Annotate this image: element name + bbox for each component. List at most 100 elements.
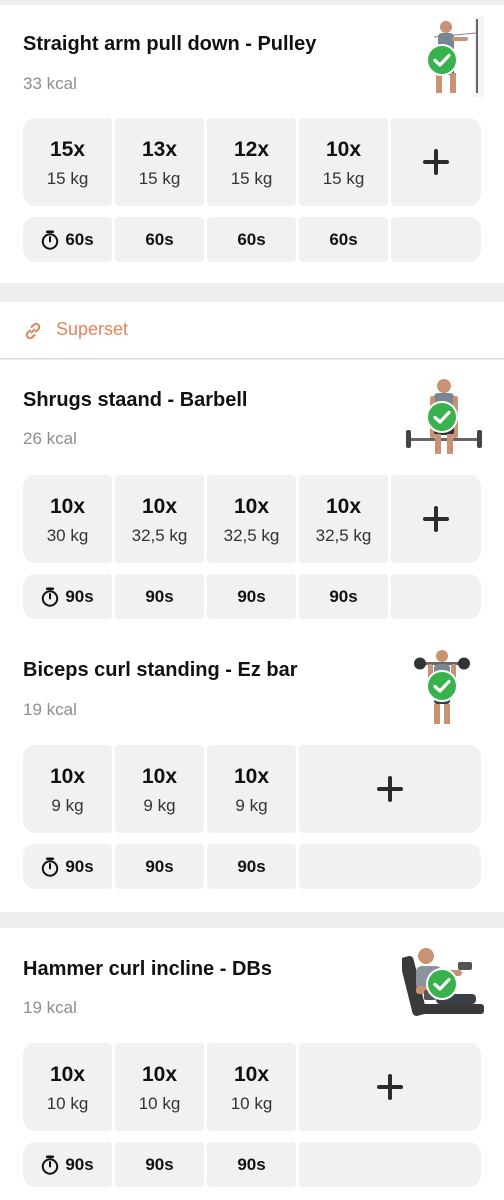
- rest-time: 60s: [237, 229, 266, 249]
- rest-cell[interactable]: 60s: [23, 217, 112, 262]
- set-reps: 15x: [49, 138, 86, 161]
- set-weight: 15 kg: [46, 169, 89, 188]
- set-reps: 10x: [325, 138, 362, 161]
- exercise-kcal: 26 kcal: [23, 429, 77, 448]
- rest-time: 90s: [237, 1154, 266, 1174]
- link-icon: [25, 322, 41, 340]
- set-reps: 10x: [141, 495, 178, 518]
- check-icon: [426, 670, 458, 702]
- timer-icon: [42, 230, 59, 250]
- check-icon: [426, 401, 458, 433]
- rest-cell[interactable]: 90s: [115, 1142, 204, 1187]
- exercise-title[interactable]: Straight arm pull down - Pulley: [23, 33, 316, 56]
- set-cell[interactable]: 10x 32,5 kg: [299, 475, 388, 563]
- check-icon: [426, 968, 458, 1000]
- rest-cell[interactable]: 90s: [207, 574, 296, 619]
- set-reps: 10x: [233, 1063, 270, 1086]
- exercise-card-pulldown: Straight arm pull down - Pulley 33 kcal …: [0, 5, 504, 283]
- exercise-card-hammer-curl: Hammer curl incline - DBs 19 kcal 10x 10…: [0, 928, 504, 1200]
- set-cell[interactable]: 10x 9 kg: [115, 745, 204, 833]
- set-weight: 10 kg: [230, 1094, 273, 1113]
- rest-cell[interactable]: 90s: [299, 574, 388, 619]
- rest-time: 90s: [65, 586, 94, 606]
- add-set-button[interactable]: [299, 745, 481, 833]
- rest-cell[interactable]: 90s: [115, 844, 204, 889]
- set-cell[interactable]: 10x 10 kg: [207, 1043, 296, 1131]
- rest-cell[interactable]: 90s: [23, 844, 112, 889]
- timer-icon: [42, 587, 59, 607]
- set-cell[interactable]: 10x 10 kg: [115, 1043, 204, 1131]
- add-set-button[interactable]: [391, 118, 481, 206]
- set-reps: 10x: [49, 1063, 86, 1086]
- rest-time: 90s: [145, 586, 174, 606]
- exercise-title[interactable]: Hammer curl incline - DBs: [23, 958, 272, 981]
- add-set-button[interactable]: [391, 475, 481, 563]
- set-cell[interactable]: 10x 10 kg: [23, 1043, 112, 1131]
- set-weight: 9 kg: [235, 796, 268, 815]
- set-weight: 9 kg: [51, 796, 84, 815]
- plus-icon: [423, 506, 449, 532]
- rest-cell[interactable]: 60s: [115, 217, 204, 262]
- set-weight: 10 kg: [46, 1094, 89, 1113]
- rest-time: 60s: [145, 229, 174, 249]
- set-weight: 10 kg: [138, 1094, 181, 1113]
- rest-cell[interactable]: 60s: [299, 217, 388, 262]
- timer-icon: [42, 1155, 59, 1175]
- exercise-title[interactable]: Biceps curl standing - Ez bar: [23, 659, 298, 682]
- rest-cell[interactable]: 90s: [207, 844, 296, 889]
- exercise-kcal: 33 kcal: [23, 74, 77, 93]
- superset-label: Superset: [56, 319, 129, 339]
- set-weight: 32,5 kg: [315, 526, 372, 545]
- add-set-button[interactable]: [299, 1043, 481, 1131]
- set-cell[interactable]: 13x 15 kg: [115, 118, 204, 206]
- rest-time: 90s: [237, 586, 266, 606]
- rest-cell[interactable]: 90s: [115, 574, 204, 619]
- set-reps: 10x: [233, 495, 270, 518]
- set-reps: 10x: [233, 765, 270, 788]
- set-cell[interactable]: 10x 32,5 kg: [115, 475, 204, 563]
- set-weight: 15 kg: [138, 169, 181, 188]
- plus-icon: [377, 776, 403, 802]
- set-reps: 13x: [141, 138, 178, 161]
- set-weight: 9 kg: [143, 796, 176, 815]
- set-weight: 15 kg: [322, 169, 365, 188]
- set-reps: 10x: [141, 765, 178, 788]
- rest-cell-empty: [299, 1142, 481, 1187]
- set-cell[interactable]: 12x 15 kg: [207, 118, 296, 206]
- set-reps: 12x: [233, 138, 270, 161]
- rest-cell-empty: [391, 217, 481, 262]
- rest-cell-empty: [299, 844, 481, 889]
- set-weight: 30 kg: [46, 526, 89, 545]
- set-cell[interactable]: 10x 30 kg: [23, 475, 112, 563]
- plus-icon: [377, 1074, 403, 1100]
- exercise-title[interactable]: Shrugs staand - Barbell: [23, 389, 248, 412]
- set-cell[interactable]: 15x 15 kg: [23, 118, 112, 206]
- set-cell[interactable]: 10x 15 kg: [299, 118, 388, 206]
- set-cell[interactable]: 10x 32,5 kg: [207, 475, 296, 563]
- rest-time: 90s: [237, 856, 266, 876]
- rest-time: 90s: [145, 856, 174, 876]
- rest-cell[interactable]: 90s: [207, 1142, 296, 1187]
- rest-time: 90s: [65, 856, 94, 876]
- rest-cell[interactable]: 60s: [207, 217, 296, 262]
- set-weight: 32,5 kg: [223, 526, 280, 545]
- rest-cell-empty: [391, 574, 481, 619]
- rest-time: 90s: [329, 586, 358, 606]
- check-icon: [426, 44, 458, 76]
- rest-cell[interactable]: 90s: [23, 1142, 112, 1187]
- exercise-card-shrugs: Shrugs staand - Barbell 26 kcal 10x 30 k…: [0, 360, 504, 912]
- timer-icon: [42, 857, 59, 877]
- set-cell[interactable]: 10x 9 kg: [207, 745, 296, 833]
- set-reps: 10x: [325, 495, 362, 518]
- rest-time: 60s: [65, 229, 94, 249]
- rest-cell[interactable]: 90s: [23, 574, 112, 619]
- plus-icon: [423, 149, 449, 175]
- set-weight: 15 kg: [230, 169, 273, 188]
- set-reps: 10x: [141, 1063, 178, 1086]
- rest-time: 60s: [329, 229, 358, 249]
- set-cell[interactable]: 10x 9 kg: [23, 745, 112, 833]
- set-weight: 32,5 kg: [131, 526, 188, 545]
- rest-time: 90s: [145, 1154, 174, 1174]
- set-reps: 10x: [49, 495, 86, 518]
- superset-header[interactable]: Superset: [0, 302, 504, 359]
